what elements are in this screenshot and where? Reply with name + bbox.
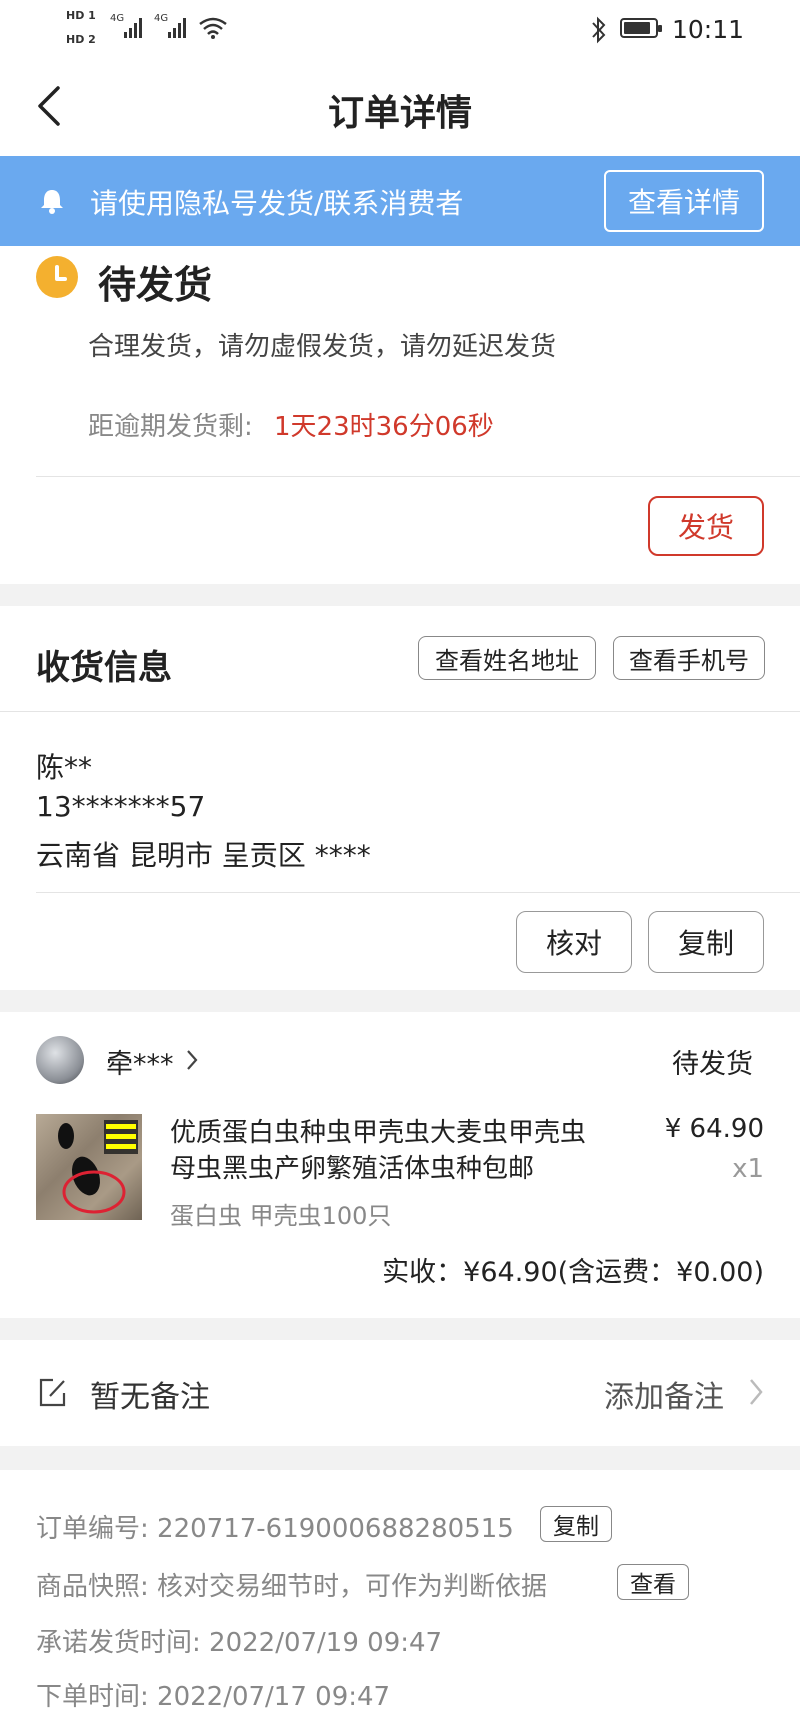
product-title-line1[interactable]: 优质蛋白虫种虫甲壳虫大麦虫甲壳虫 [170,1112,586,1149]
product-price: ¥ 64.90 [664,1114,764,1144]
product-thumbnail[interactable] [36,1114,142,1220]
paid-value: ¥64.90(含运费：¥0.00) [463,1257,764,1288]
copy-address-label: 复制 [677,927,734,960]
order-time: 2022/07/17 09:47 [157,1682,391,1712]
divider [36,476,800,477]
chevron-right-icon[interactable] [746,1376,766,1408]
product-title-line2[interactable]: 母虫黑虫产卵繁殖活体虫种包邮 [170,1148,534,1185]
paid-label: 实收： [382,1257,464,1288]
status-title: 待发货 [98,263,213,307]
network2-label: 4G [154,13,169,24]
buyer-avatar [36,1036,84,1084]
remark-card[interactable]: 暂无备注 添加备注 [0,1340,800,1446]
add-remark-link[interactable]: 添加备注 [604,1372,724,1416]
promise-time: 2022/07/19 09:47 [209,1628,443,1658]
status-bar: HD 1 HD 2 4G 4G 10:11 [0,0,800,60]
countdown-value: 1天23时36分06秒 [274,412,494,442]
paid-amount: 实收：¥64.90(含运费：¥0.00) [382,1250,764,1289]
order-number-row: 订单编号: 220717-619000688280515 [36,1508,514,1545]
snapshot-text: 核对交易细节时，可作为判断依据 [157,1572,548,1602]
view-name-address-label: 查看姓名地址 [435,646,579,675]
privacy-notice-banner: 请使用隐私号发货/联系消费者 查看详情 [0,156,800,246]
battery-icon [620,18,662,38]
clock: 10:11 [672,15,745,44]
divider [0,711,800,712]
edit-note-icon [39,1378,66,1407]
ship-button[interactable]: 发货 [648,496,764,556]
remark-text: 暂无备注 [90,1380,210,1415]
order-time-label: 下单时间: [36,1682,158,1712]
order-number: 220717-619000688280515 [157,1514,514,1544]
order-status-card: 待发货 合理发货，请勿虚假发货，请勿延迟发货 距逾期发货剩: 1天23时36分0… [0,246,800,584]
recipient-phone: 13*******57 [36,790,206,823]
beetle-image-icon [58,1120,138,1214]
order-info-card: 订单编号: 220717-619000688280515 复制 商品快照: 核对… [0,1470,800,1733]
countdown-label: 距逾期发货剩: [88,412,253,442]
signal1-icon [124,18,142,38]
clock-status-icon [36,256,78,298]
nav-bar: 订单详情 [0,60,800,156]
product-status: 待发货 [672,1049,753,1080]
ship-button-label: 发货 [677,511,734,544]
shipping-info-card: 收货信息 查看姓名地址 查看手机号 陈** 13*******57 云南省 昆明… [0,606,800,990]
order-number-label: 订单编号: [36,1514,158,1544]
copy-order-number-button[interactable]: 复制 [540,1506,612,1542]
view-snapshot-button[interactable]: 查看 [617,1564,689,1600]
shipping-heading: 收货信息 [36,648,172,688]
notice-text: 请使用隐私号发货/联系消费者 [90,187,464,220]
bluetooth-icon [592,16,606,44]
snapshot-row: 商品快照: 核对交易细节时，可作为判断依据 [36,1566,547,1603]
order-time-row: 下单时间: 2022/07/17 09:47 [36,1676,390,1713]
page-title: 订单详情 [327,93,472,134]
view-phone-button[interactable]: 查看手机号 [613,636,765,680]
copy-order-number-label: 复制 [553,1514,599,1540]
network1-label: 4G [110,13,125,24]
signal2-icon [168,18,186,38]
sim1-badge: HD 1 [66,9,96,22]
wifi-icon [199,17,227,39]
copy-address-button[interactable]: 复制 [648,911,764,973]
verify-button-label: 核对 [545,927,602,960]
status-tip: 合理发货，请勿虚假发货，请勿延迟发货 [88,332,557,362]
view-details-label: 查看详情 [627,186,740,219]
verify-button[interactable]: 核对 [516,911,632,973]
view-details-button[interactable]: 查看详情 [604,170,764,232]
buyer-name[interactable]: 牵*** [106,1042,174,1081]
view-phone-label: 查看手机号 [629,646,749,675]
sim2-badge: HD 2 [66,33,96,46]
view-snapshot-label: 查看 [630,1572,676,1598]
product-quantity: x1 [732,1154,764,1184]
promise-time-row: 承诺发货时间: 2022/07/19 09:47 [36,1622,442,1659]
chevron-right-icon[interactable] [184,1048,200,1072]
recipient-address: 云南省 昆明市 呈贡区 **** [36,839,371,872]
snapshot-label: 商品快照: [36,1572,158,1602]
bell-icon [41,190,63,214]
product-card: 牵*** 待发货 优质蛋白虫种虫甲壳虫大麦虫甲壳虫 母虫黑虫产卵繁殖活体虫种包邮… [0,1012,800,1318]
view-name-address-button[interactable]: 查看姓名地址 [418,636,596,680]
divider [36,892,800,893]
product-sku: 蛋白虫 甲壳虫100只 [170,1202,392,1230]
recipient-name: 陈** [36,751,93,784]
promise-time-label: 承诺发货时间: [36,1628,210,1658]
